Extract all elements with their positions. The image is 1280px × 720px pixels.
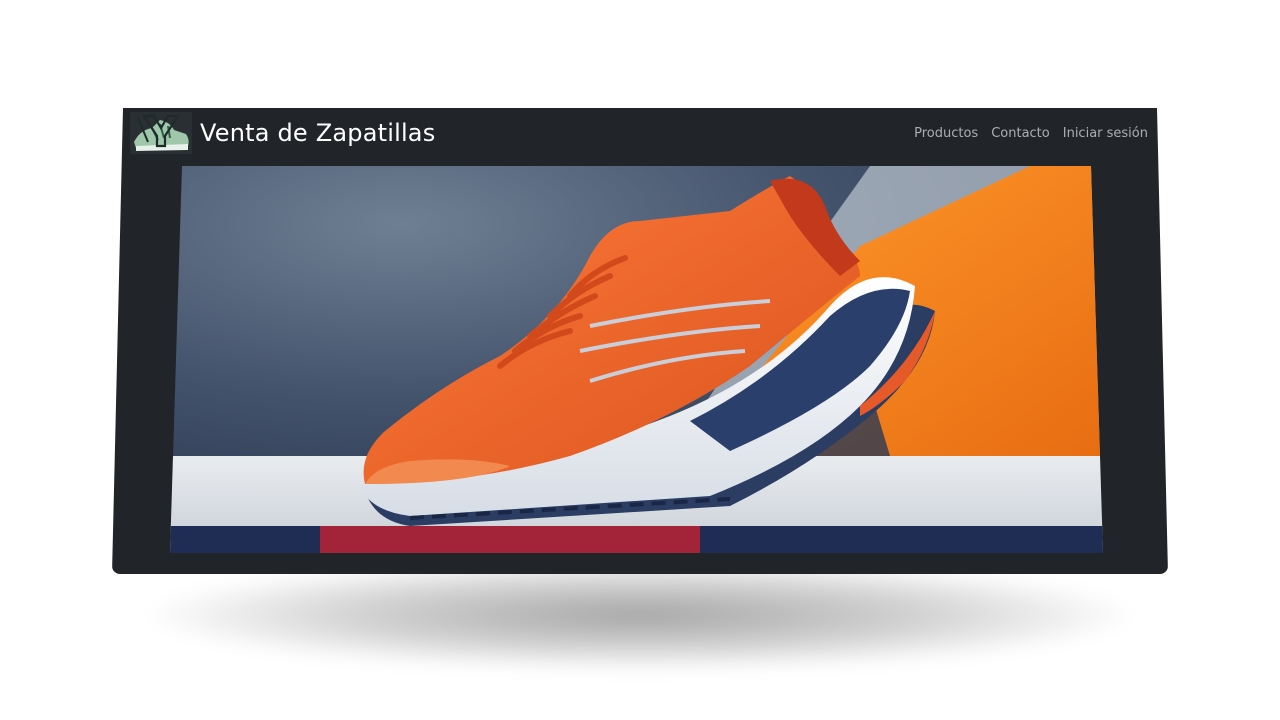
sneaker-logo-icon[interactable] bbox=[130, 112, 192, 154]
hero-image bbox=[170, 166, 1103, 553]
page-stage: Venta de Zapatillas Productos Contacto I… bbox=[0, 0, 1280, 720]
frame-shadow bbox=[150, 560, 1130, 670]
nav-link-iniciar-sesion[interactable]: Iniciar sesión bbox=[1063, 126, 1148, 141]
orange-running-shoe-image bbox=[170, 166, 1103, 553]
browser-frame: Venta de Zapatillas Productos Contacto I… bbox=[112, 108, 1168, 574]
nav-link-productos[interactable]: Productos bbox=[914, 126, 978, 141]
nav-links: Productos Contacto Iniciar sesión bbox=[914, 126, 1148, 141]
navbar: Venta de Zapatillas Productos Contacto I… bbox=[130, 108, 1160, 158]
nav-link-contacto[interactable]: Contacto bbox=[991, 126, 1050, 141]
brand-title[interactable]: Venta de Zapatillas bbox=[200, 119, 435, 147]
